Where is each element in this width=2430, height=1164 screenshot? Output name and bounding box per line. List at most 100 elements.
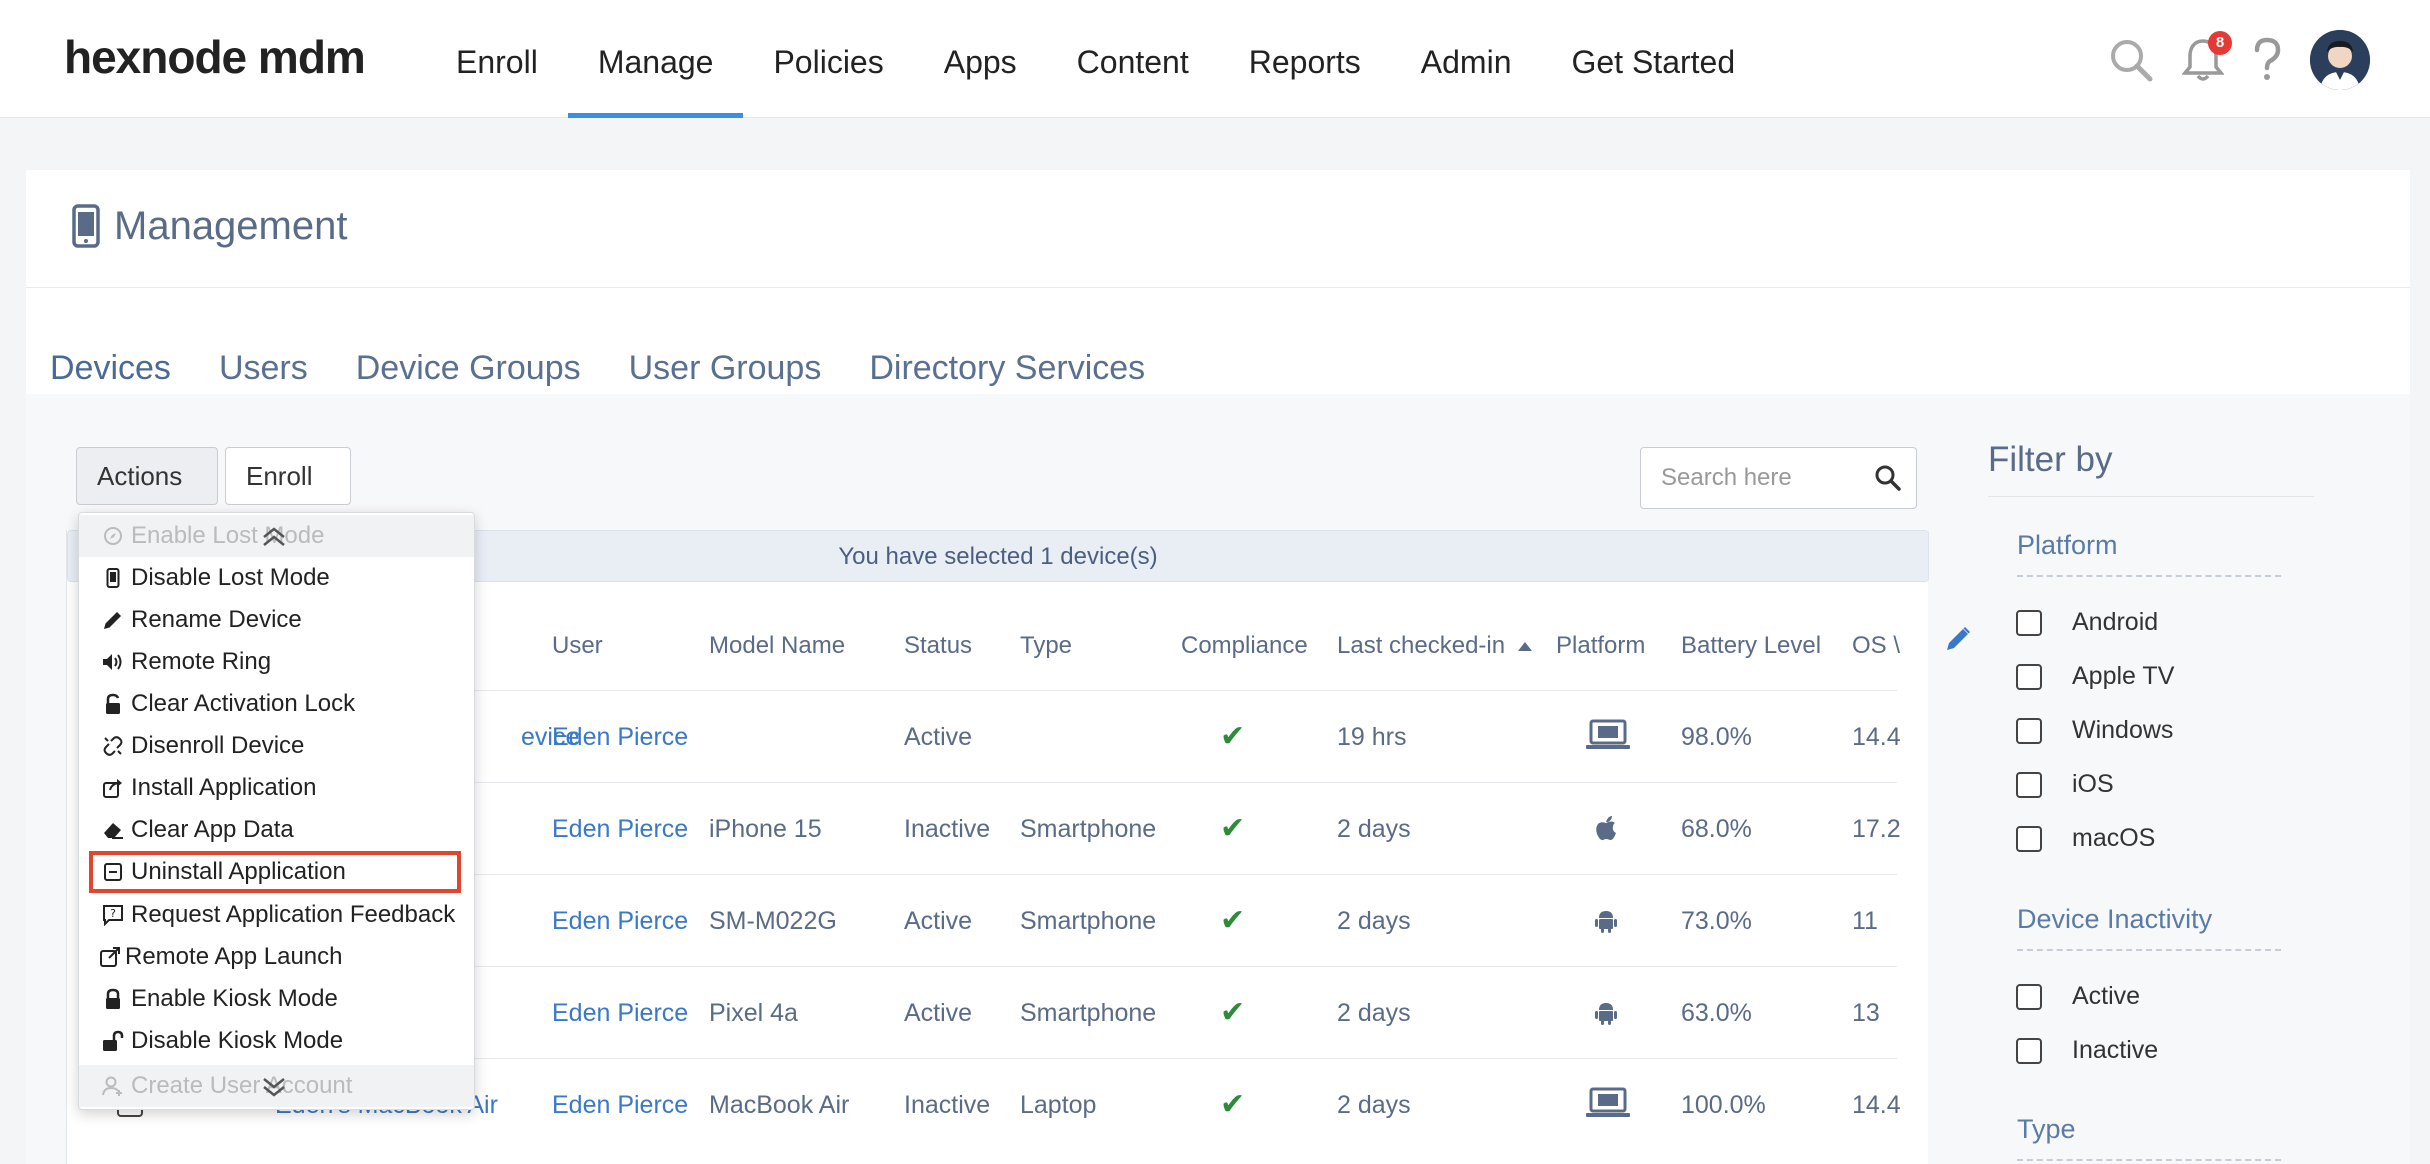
menu-item-request-application-feedback[interactable]: ? Request Application Feedback: [79, 894, 474, 936]
checkbox[interactable]: [2016, 609, 2042, 636]
user-link[interactable]: Eden Pierce: [552, 967, 688, 1059]
filter-option-macos[interactable]: macOS: [2016, 824, 2155, 853]
actions-button[interactable]: Actions: [76, 447, 218, 539]
menu-item-disable-kiosk-mode[interactable]: Disable Kiosk Mode: [79, 1020, 474, 1062]
os-version: 11: [1852, 907, 1878, 935]
device-status: Inactive: [904, 1091, 991, 1119]
compliance-check-icon: ✔: [1220, 1088, 1246, 1121]
actions-label: Actions: [97, 461, 183, 491]
checkbox[interactable]: [2016, 983, 2042, 1010]
menu-item-label: Uninstall Application: [131, 858, 346, 885]
menu-item-label: Remote Ring: [131, 648, 272, 675]
last-checked-in: 2 days: [1337, 907, 1411, 935]
filter-option-inactive[interactable]: Inactive: [2016, 1036, 2158, 1065]
menu-item-disenroll-device[interactable]: Disenroll Device: [79, 725, 474, 767]
notification-badge: 8: [2208, 31, 2232, 55]
menu-item-remote-app-launch[interactable]: Remote App Launch: [79, 936, 474, 978]
menu-item-disable-lost-mode[interactable]: Disable Lost Mode: [79, 557, 474, 599]
menu-item-remote-ring[interactable]: Remote Ring: [79, 641, 474, 683]
filter-option-apple-tv[interactable]: Apple TV: [2016, 662, 2174, 691]
menu-item-clear-activation-lock[interactable]: Clear Activation Lock: [79, 683, 474, 725]
user-link[interactable]: Eden Pierce: [552, 1059, 688, 1151]
nav-apps[interactable]: Apps: [944, 0, 1017, 118]
col-type[interactable]: Type: [1020, 632, 1072, 660]
top-navigation-bar: hexnode mdm Enroll Manage Policies Apps …: [0, 0, 2430, 118]
user-link[interactable]: Eden Pierce: [552, 875, 688, 967]
nav-manage[interactable]: Manage: [567, 0, 744, 118]
col-battery-level[interactable]: Battery Level: [1681, 632, 1821, 660]
share-icon: [95, 777, 131, 799]
filter-divider: [1988, 496, 2314, 497]
battery-level: 68.0%: [1681, 815, 1752, 843]
model-name: SM-M022G: [709, 907, 837, 935]
scroll-down-chevron-icon[interactable]: [259, 1075, 289, 1099]
checkbox[interactable]: [2016, 1037, 2042, 1064]
compliance-check-icon: ✔: [1220, 904, 1246, 937]
filter-group-type[interactable]: Type: [2017, 1114, 2076, 1145]
user-link[interactable]: Eden Pierce: [552, 783, 688, 875]
menu-item-enable-kiosk-mode[interactable]: Enable Kiosk Mode: [79, 978, 474, 1020]
menu-item-label: Request Application Feedback: [131, 901, 456, 928]
os-version: 14.4: [1852, 1091, 1901, 1119]
nav-content[interactable]: Content: [1077, 0, 1189, 118]
edit-columns-pencil-icon[interactable]: [1944, 625, 1972, 658]
filter-group-platform[interactable]: Platform: [2017, 530, 2118, 561]
menu-item-clear-app-data[interactable]: Clear App Data: [79, 809, 474, 851]
hexnode-logo[interactable]: hexnode mdm: [64, 30, 366, 84]
search-icon[interactable]: [1874, 464, 1902, 497]
feedback-icon: ?: [95, 904, 131, 926]
device-type: Smartphone: [1020, 999, 1157, 1027]
filter-option-windows[interactable]: Windows: [2016, 716, 2173, 745]
search-input[interactable]: [1661, 464, 1861, 492]
avatar[interactable]: [2310, 30, 2370, 90]
filter-option-active[interactable]: Active: [2016, 982, 2140, 1011]
checkbox[interactable]: [2016, 663, 2042, 690]
mac-laptop-icon: [1585, 1087, 1631, 1126]
filter-group-device-inactivity[interactable]: Device Inactivity: [2017, 904, 2212, 935]
nav-admin[interactable]: Admin: [1421, 0, 1512, 118]
checkbox[interactable]: [2016, 771, 2042, 798]
nav-policies[interactable]: Policies: [773, 0, 883, 118]
broken-link-icon: [95, 735, 131, 757]
search-icon[interactable]: [2108, 37, 2154, 83]
col-status[interactable]: Status: [904, 632, 972, 660]
menu-item-label: Disable Kiosk Mode: [131, 1027, 344, 1054]
col-model-name[interactable]: Model Name: [709, 632, 845, 660]
col-last-checked-in[interactable]: Last checked-in: [1337, 632, 1532, 660]
col-user[interactable]: User: [552, 632, 603, 660]
notification-bell-icon[interactable]: 8: [2182, 31, 2232, 83]
device-type: Laptop: [1020, 1091, 1097, 1119]
filter-group-underline: [2017, 949, 2281, 951]
page-header: Management: [26, 170, 2410, 288]
enroll-button[interactable]: Enroll: [225, 447, 351, 539]
compliance-check-icon: ✔: [1220, 720, 1246, 753]
nav-reports[interactable]: Reports: [1249, 0, 1361, 118]
nav-get-started[interactable]: Get Started: [1571, 0, 1735, 118]
menu-item-label: Remote App Launch: [125, 943, 343, 970]
menu-item-install-application[interactable]: Install Application: [79, 767, 474, 809]
eraser-icon: [95, 820, 131, 840]
menu-item-rename-device[interactable]: Rename Device: [79, 599, 474, 641]
help-icon[interactable]: [2252, 37, 2282, 83]
user-link[interactable]: Eden Pierce: [552, 691, 688, 783]
nav-enroll[interactable]: Enroll: [456, 0, 538, 118]
menu-item-label: Clear App Data: [131, 816, 294, 843]
device-type: Smartphone: [1020, 907, 1157, 935]
filter-option-label: Inactive: [2072, 1036, 2159, 1064]
scroll-up-chevron-icon[interactable]: [259, 525, 289, 549]
speaker-icon: [95, 652, 131, 672]
menu-item-uninstall-application[interactable]: Uninstall Application: [89, 851, 461, 893]
lock-icon: [95, 988, 131, 1010]
menu-item-label: Create User Account: [131, 1072, 353, 1099]
filter-option-android[interactable]: Android: [2016, 608, 2158, 637]
col-compliance[interactable]: Compliance: [1181, 632, 1308, 660]
android-icon: [1595, 908, 1617, 941]
compass-icon: [95, 526, 131, 546]
filter-option-ios[interactable]: iOS: [2016, 770, 2114, 799]
col-platform[interactable]: Platform: [1556, 632, 1645, 660]
checkbox[interactable]: [2016, 825, 2042, 852]
menu-item-label: Enable Kiosk Mode: [131, 985, 338, 1012]
col-os-version[interactable]: OS \: [1852, 632, 1900, 660]
checkbox[interactable]: [2016, 717, 2042, 744]
menu-item-label: Enable Lost Mode: [131, 522, 325, 549]
